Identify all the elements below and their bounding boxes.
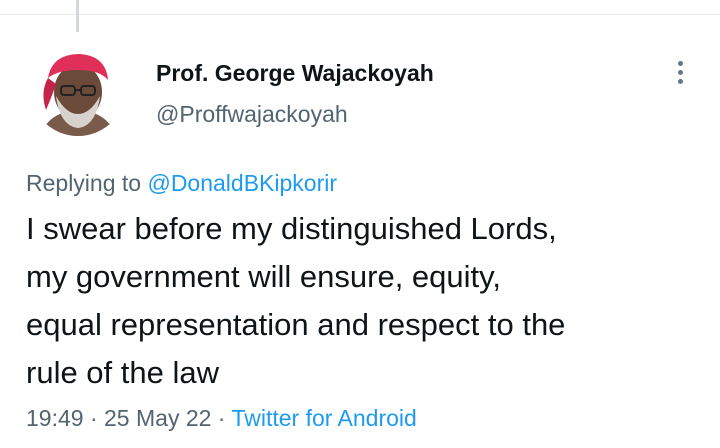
reply-mention-link[interactable]: @DonaldBKipkorir [147, 170, 337, 196]
tweet-source-link[interactable]: Twitter for Android [231, 405, 416, 431]
tweet-date[interactable]: 25 May 22 [104, 405, 211, 431]
more-vertical-icon [677, 78, 683, 84]
avatar[interactable] [30, 40, 126, 136]
author-display-name[interactable]: Prof. George Wajackoyah [156, 60, 434, 87]
tweet-text: I swear before my distinguished Lords, m… [26, 205, 706, 397]
top-divider [0, 14, 720, 15]
tweet-text-line: equal representation and respect to the [26, 307, 566, 342]
thread-connector-line [76, 0, 79, 32]
avatar-image [30, 40, 126, 136]
tweet-metadata: 19:49 · 25 May 22 · Twitter for Android [26, 405, 417, 432]
tweet-text-line: rule of the law [26, 355, 219, 390]
replying-to-prefix: Replying to [26, 170, 148, 196]
more-options-button[interactable] [664, 56, 696, 88]
tweet-time[interactable]: 19:49 [26, 405, 84, 431]
meta-separator: · [83, 405, 105, 431]
author-handle[interactable]: @Proffwajackoyah [156, 101, 348, 128]
replying-to-line: Replying to @DonaldBKipkorir [26, 170, 337, 197]
tweet-text-line: my government will ensure, equity, [26, 259, 501, 294]
more-vertical-icon [677, 69, 683, 75]
meta-separator: · [211, 405, 232, 431]
more-vertical-icon [677, 60, 683, 66]
tweet-text-line: I swear before my distinguished Lords, [26, 211, 557, 246]
